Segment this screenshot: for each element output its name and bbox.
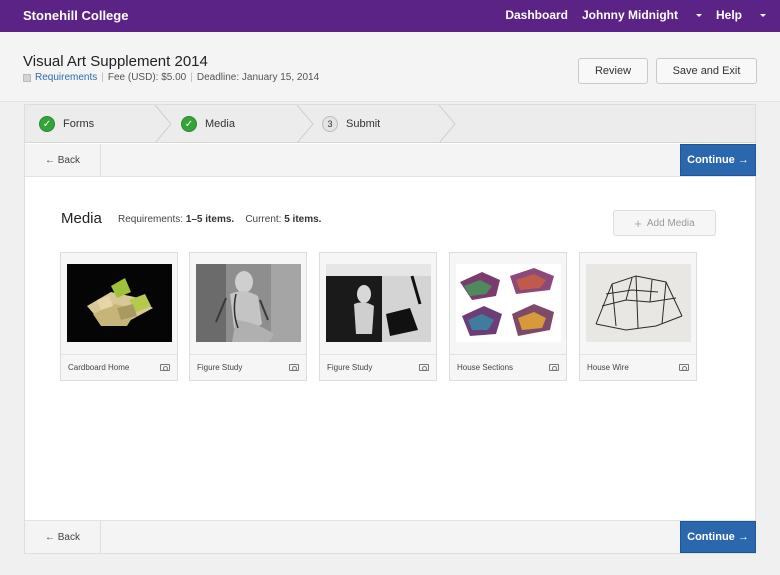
media-card[interactable]: Figure Study (189, 252, 307, 381)
document-icon (23, 73, 31, 82)
media-card[interactable]: Cardboard Home (60, 252, 178, 381)
step-label: Forms (63, 118, 95, 130)
media-title: Figure Study (197, 363, 243, 372)
back-button[interactable]: ← Back (25, 144, 101, 176)
top-toolbar: ← Back Continue → (25, 144, 756, 177)
media-title: Figure Study (327, 363, 373, 372)
bottom-toolbar: ← Back Continue → (25, 520, 756, 553)
chevron-down-icon (760, 13, 766, 17)
check-icon: ✓ (181, 116, 197, 132)
media-title: House Sections (457, 363, 514, 372)
deadline-text: Deadline: January 15, 2014 (196, 72, 320, 83)
media-requirements: Requirements: 1–5 items. Current: 5 item… (118, 214, 321, 225)
save-and-exit-button[interactable]: Save and Exit (656, 58, 757, 84)
divider: | (190, 72, 193, 83)
media-thumbnail[interactable] (326, 264, 431, 342)
step-label: Submit (346, 118, 381, 130)
page-title: Visual Art Supplement 2014 (23, 53, 208, 70)
step-separator-icon (438, 105, 456, 142)
nav-links: Dashboard Johnny Midnight Help (505, 8, 780, 22)
media-thumbnail[interactable] (196, 264, 301, 342)
camera-icon (289, 364, 299, 371)
nav-help-menu[interactable]: Help (716, 8, 766, 22)
requirements-value: 1–5 items. (185, 214, 235, 225)
camera-icon (419, 364, 429, 371)
nav-user-menu[interactable]: Johnny Midnight (582, 8, 702, 22)
divider: | (101, 72, 104, 83)
camera-icon (549, 364, 559, 371)
nav-help-label: Help (715, 8, 742, 22)
add-media-label: Add Media (646, 217, 695, 229)
page-header: Visual Art Supplement 2014 Requirements … (0, 32, 780, 102)
step-forms[interactable]: ✓ Forms (39, 105, 95, 142)
brand-logo[interactable]: Stonehill College (23, 8, 128, 23)
step-label: Media (205, 118, 235, 130)
requirements-link[interactable]: Requirements (35, 72, 97, 83)
step-indicator: ✓ Forms ✓ Media 3 Submit (25, 105, 755, 143)
divider (450, 354, 566, 355)
media-title: Cardboard Home (68, 363, 130, 372)
divider (580, 354, 696, 355)
back-button[interactable]: ← Back (25, 521, 101, 553)
media-card[interactable]: House Wire (579, 252, 697, 381)
review-button[interactable]: Review (578, 58, 648, 84)
step-submit[interactable]: 3 Submit (322, 105, 381, 142)
main-panel: ✓ Forms ✓ Media 3 Submit ← Back Continue… (24, 104, 756, 554)
requirements-label: Requirements: (118, 214, 184, 225)
divider (320, 354, 436, 355)
chevron-down-icon (695, 13, 702, 17)
media-thumbnail[interactable] (67, 264, 172, 342)
camera-icon (160, 364, 170, 371)
continue-button[interactable]: Continue → (680, 521, 756, 553)
step-media[interactable]: ✓ Media (181, 105, 235, 142)
continue-button[interactable]: Continue → (680, 144, 756, 176)
step-separator-icon (296, 105, 314, 142)
step-number: 3 (322, 116, 338, 132)
divider (190, 354, 306, 355)
media-card[interactable]: House Sections (449, 252, 567, 381)
top-nav: Stonehill College Dashboard Johnny Midni… (0, 0, 780, 32)
add-media-button[interactable]: + Add Media (613, 210, 716, 236)
media-title: House Wire (587, 363, 629, 372)
fee-text: Fee (USD): $5.00 (107, 72, 187, 83)
nav-dashboard[interactable]: Dashboard (505, 8, 568, 22)
step-separator-icon (154, 105, 172, 142)
section-title: Media (61, 210, 102, 227)
form-meta: Requirements | Fee (USD): $5.00 | Deadli… (23, 72, 319, 83)
camera-icon (679, 364, 689, 371)
plus-icon: + (634, 215, 642, 231)
media-thumbnail[interactable] (456, 264, 561, 342)
nav-user-name: Johnny Midnight (582, 8, 678, 22)
divider (61, 354, 177, 355)
current-label: Current: (245, 214, 282, 225)
media-card[interactable]: Figure Study (319, 252, 437, 381)
check-icon: ✓ (39, 116, 55, 132)
current-value: 5 items. (284, 214, 322, 225)
media-thumbnail[interactable] (586, 264, 691, 342)
